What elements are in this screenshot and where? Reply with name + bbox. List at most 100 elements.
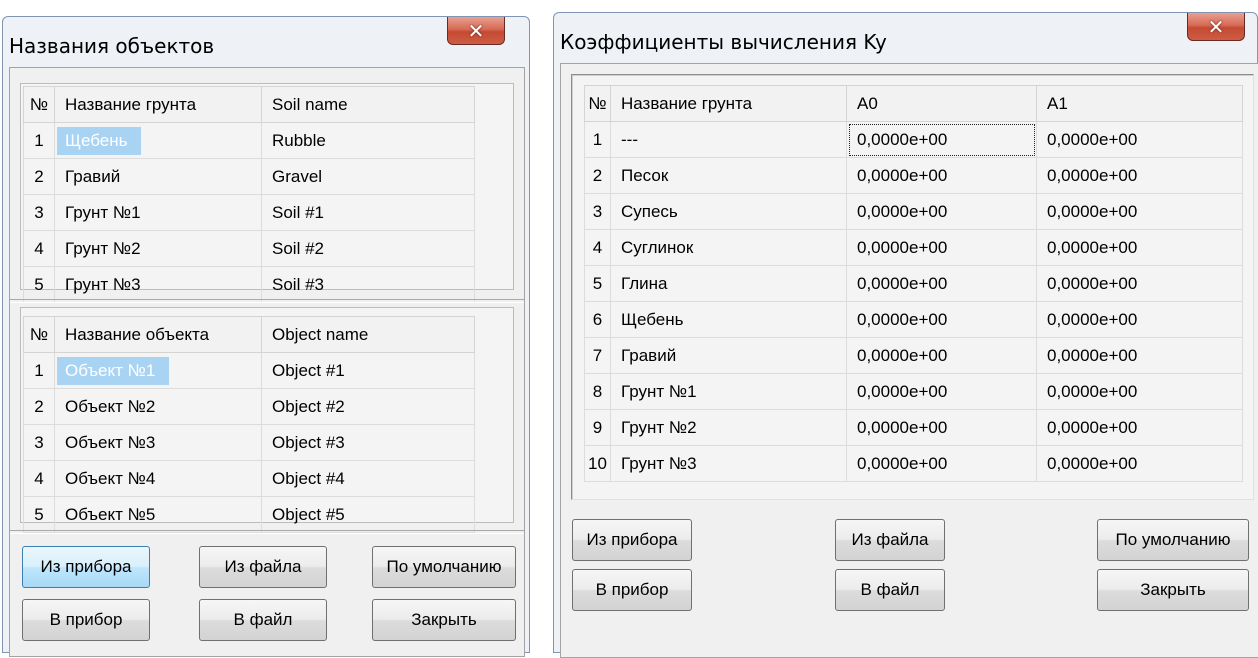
cell-object-name-en[interactable]: Object #2 xyxy=(261,388,475,425)
cell-object-name-en[interactable]: Object #1 xyxy=(261,352,475,389)
window-title: Названия объектов xyxy=(9,34,215,58)
cell-a1[interactable]: 0,0000e+00 xyxy=(1036,157,1243,194)
default-button[interactable]: По умолчанию xyxy=(372,546,516,588)
cell-soil-name[interactable]: Грунт №1 xyxy=(610,373,847,410)
table-row[interactable]: 2 Гравий Gravel xyxy=(23,158,475,195)
table-row[interactable]: 3 Грунт №1 Soil #1 xyxy=(23,194,475,231)
cell-a1[interactable]: 0,0000e+00 xyxy=(1036,409,1243,446)
from-file-button[interactable]: Из файла xyxy=(835,519,945,561)
column-header-number[interactable]: № xyxy=(23,316,55,353)
cell-object-name-en[interactable]: Object #4 xyxy=(261,460,475,497)
cell-object-name-en[interactable]: Object #5 xyxy=(261,496,475,533)
table-row[interactable]: 5 Объект №5 Object #5 xyxy=(23,496,475,533)
cell-a0[interactable]: 0,0000e+00 xyxy=(846,121,1037,158)
cell-a1[interactable]: 0,0000e+00 xyxy=(1036,301,1243,338)
to-device-button[interactable]: В прибор xyxy=(572,569,692,611)
cell-soil-name-ru[interactable]: Гравий xyxy=(54,158,262,195)
column-header-soil-name-ru[interactable]: Название грунта xyxy=(54,86,262,123)
cell-soil-name-ru[interactable]: Грунт №3 xyxy=(54,266,262,303)
cell-soil-name-ru[interactable]: Грунт №2 xyxy=(54,230,262,267)
cell-soil-name-en[interactable]: Gravel xyxy=(261,158,475,195)
table-row[interactable]: 2 Объект №2 Object #2 xyxy=(23,388,475,425)
to-device-button[interactable]: В прибор xyxy=(22,599,150,641)
table-row[interactable]: 4 Грунт №2 Soil #2 xyxy=(23,230,475,267)
to-file-button[interactable]: В файл xyxy=(835,569,945,611)
column-header-object-name-ru[interactable]: Название объекта xyxy=(54,316,262,353)
cell-a0[interactable]: 0,0000e+00 xyxy=(846,157,1037,194)
cell-a1[interactable]: 0,0000e+00 xyxy=(1036,373,1243,410)
table-row[interactable]: 1 --- 0,0000e+00 0,0000e+00 xyxy=(584,121,1243,158)
table-row[interactable]: 8 Грунт №1 0,0000e+00 0,0000e+00 xyxy=(584,373,1243,410)
cell-soil-name[interactable]: Песок xyxy=(610,157,847,194)
cell-a1[interactable]: 0,0000e+00 xyxy=(1036,121,1243,158)
cell-a0[interactable]: 0,0000e+00 xyxy=(846,193,1037,230)
from-file-button[interactable]: Из файла xyxy=(199,546,327,588)
column-header-soil-name-en[interactable]: Soil name xyxy=(261,86,475,123)
column-header-number[interactable]: № xyxy=(584,85,611,122)
cell-object-name-ru[interactable]: Объект №2 xyxy=(54,388,262,425)
cell-a1[interactable]: 0,0000e+00 xyxy=(1036,445,1243,482)
from-device-button[interactable]: Из прибора xyxy=(22,546,150,588)
from-device-button[interactable]: Из прибора xyxy=(572,519,692,561)
cell-a0[interactable]: 0,0000e+00 xyxy=(846,337,1037,374)
table-row[interactable]: 5 Грунт №3 Soil #3 xyxy=(23,266,475,303)
cell-soil-name[interactable]: Глина xyxy=(610,265,847,302)
cell-soil-name-ru[interactable]: Грунт №1 xyxy=(54,194,262,231)
cell-soil-name-en[interactable]: Soil #1 xyxy=(261,194,475,231)
table-row[interactable]: 5 Глина 0,0000e+00 0,0000e+00 xyxy=(584,265,1243,302)
cell-object-name-en[interactable]: Object #3 xyxy=(261,424,475,461)
default-button[interactable]: По умолчанию xyxy=(1097,519,1249,561)
table-row[interactable]: 2 Песок 0,0000e+00 0,0000e+00 xyxy=(584,157,1243,194)
cell-number: 1 xyxy=(584,121,611,158)
cell-a0[interactable]: 0,0000e+00 xyxy=(846,229,1037,266)
cell-a1[interactable]: 0,0000e+00 xyxy=(1036,193,1243,230)
cell-soil-name-en[interactable]: Soil #3 xyxy=(261,266,475,303)
column-header-a1[interactable]: A1 xyxy=(1036,85,1243,122)
close-window-button[interactable]: ✕ xyxy=(447,17,505,45)
cell-a1[interactable]: 0,0000e+00 xyxy=(1036,265,1243,302)
column-header-a0[interactable]: A0 xyxy=(846,85,1037,122)
cell-a0[interactable]: 0,0000e+00 xyxy=(846,409,1037,446)
table-row[interactable]: 7 Гравий 0,0000e+00 0,0000e+00 xyxy=(584,337,1243,374)
cell-a1[interactable]: 0,0000e+00 xyxy=(1036,337,1243,374)
cell-object-name-ru[interactable]: Объект №5 xyxy=(54,496,262,533)
cell-soil-name[interactable]: Грунт №3 xyxy=(610,445,847,482)
table-row[interactable]: 1 Объект №1 Object #1 xyxy=(23,352,475,389)
table-row[interactable]: 1 Щебень Rubble xyxy=(23,122,475,159)
cell-soil-name-en[interactable]: Soil #2 xyxy=(261,230,475,267)
cell-object-name-ru[interactable]: Объект №1 xyxy=(54,352,262,389)
cell-soil-name[interactable]: --- xyxy=(610,121,847,158)
cell-object-name-ru[interactable]: Объект №4 xyxy=(54,460,262,497)
table-row[interactable]: 3 Супесь 0,0000e+00 0,0000e+00 xyxy=(584,193,1243,230)
cell-a0[interactable]: 0,0000e+00 xyxy=(846,265,1037,302)
cell-a0[interactable]: 0,0000e+00 xyxy=(846,445,1037,482)
column-header-number[interactable]: № xyxy=(23,86,55,123)
cell-a1[interactable]: 0,0000e+00 xyxy=(1036,229,1243,266)
close-window-button[interactable]: ✕ xyxy=(1187,13,1245,41)
table-row[interactable]: 4 Объект №4 Object #4 xyxy=(23,460,475,497)
table-row[interactable]: 9 Грунт №2 0,0000e+00 0,0000e+00 xyxy=(584,409,1243,446)
table-row[interactable]: 3 Объект №3 Object #3 xyxy=(23,424,475,461)
close-icon: ✕ xyxy=(467,18,485,43)
close-button[interactable]: Закрыть xyxy=(1097,569,1249,611)
close-button[interactable]: Закрыть xyxy=(372,599,516,641)
cell-soil-name[interactable]: Гравий xyxy=(610,337,847,374)
column-header-soil-name[interactable]: Название грунта xyxy=(610,85,847,122)
table-row[interactable]: 10 Грунт №3 0,0000e+00 0,0000e+00 xyxy=(584,445,1243,482)
cell-soil-name-en[interactable]: Rubble xyxy=(261,122,475,159)
cell-a0[interactable]: 0,0000e+00 xyxy=(846,301,1037,338)
title-bar[interactable]: Названия объектов ✕ xyxy=(3,17,529,67)
table-row[interactable]: 6 Щебень 0,0000e+00 0,0000e+00 xyxy=(584,301,1243,338)
cell-soil-name-ru[interactable]: Щебень xyxy=(54,122,262,159)
column-header-object-name-en[interactable]: Object name xyxy=(261,316,475,353)
cell-soil-name[interactable]: Щебень xyxy=(610,301,847,338)
title-bar[interactable]: Коэффициенты вычисления Ky ✕ xyxy=(554,13,1257,63)
cell-soil-name[interactable]: Суглинок xyxy=(610,229,847,266)
to-file-button[interactable]: В файл xyxy=(199,599,327,641)
cell-soil-name[interactable]: Грунт №2 xyxy=(610,409,847,446)
cell-soil-name[interactable]: Супесь xyxy=(610,193,847,230)
table-row[interactable]: 4 Суглинок 0,0000e+00 0,0000e+00 xyxy=(584,229,1243,266)
object-grid-panel: № Название объекта Object name 1 Объект №1 Ob… xyxy=(20,307,514,533)
cell-object-name-ru[interactable]: Объект №3 xyxy=(54,424,262,461)
cell-a0[interactable]: 0,0000e+00 xyxy=(846,373,1037,410)
